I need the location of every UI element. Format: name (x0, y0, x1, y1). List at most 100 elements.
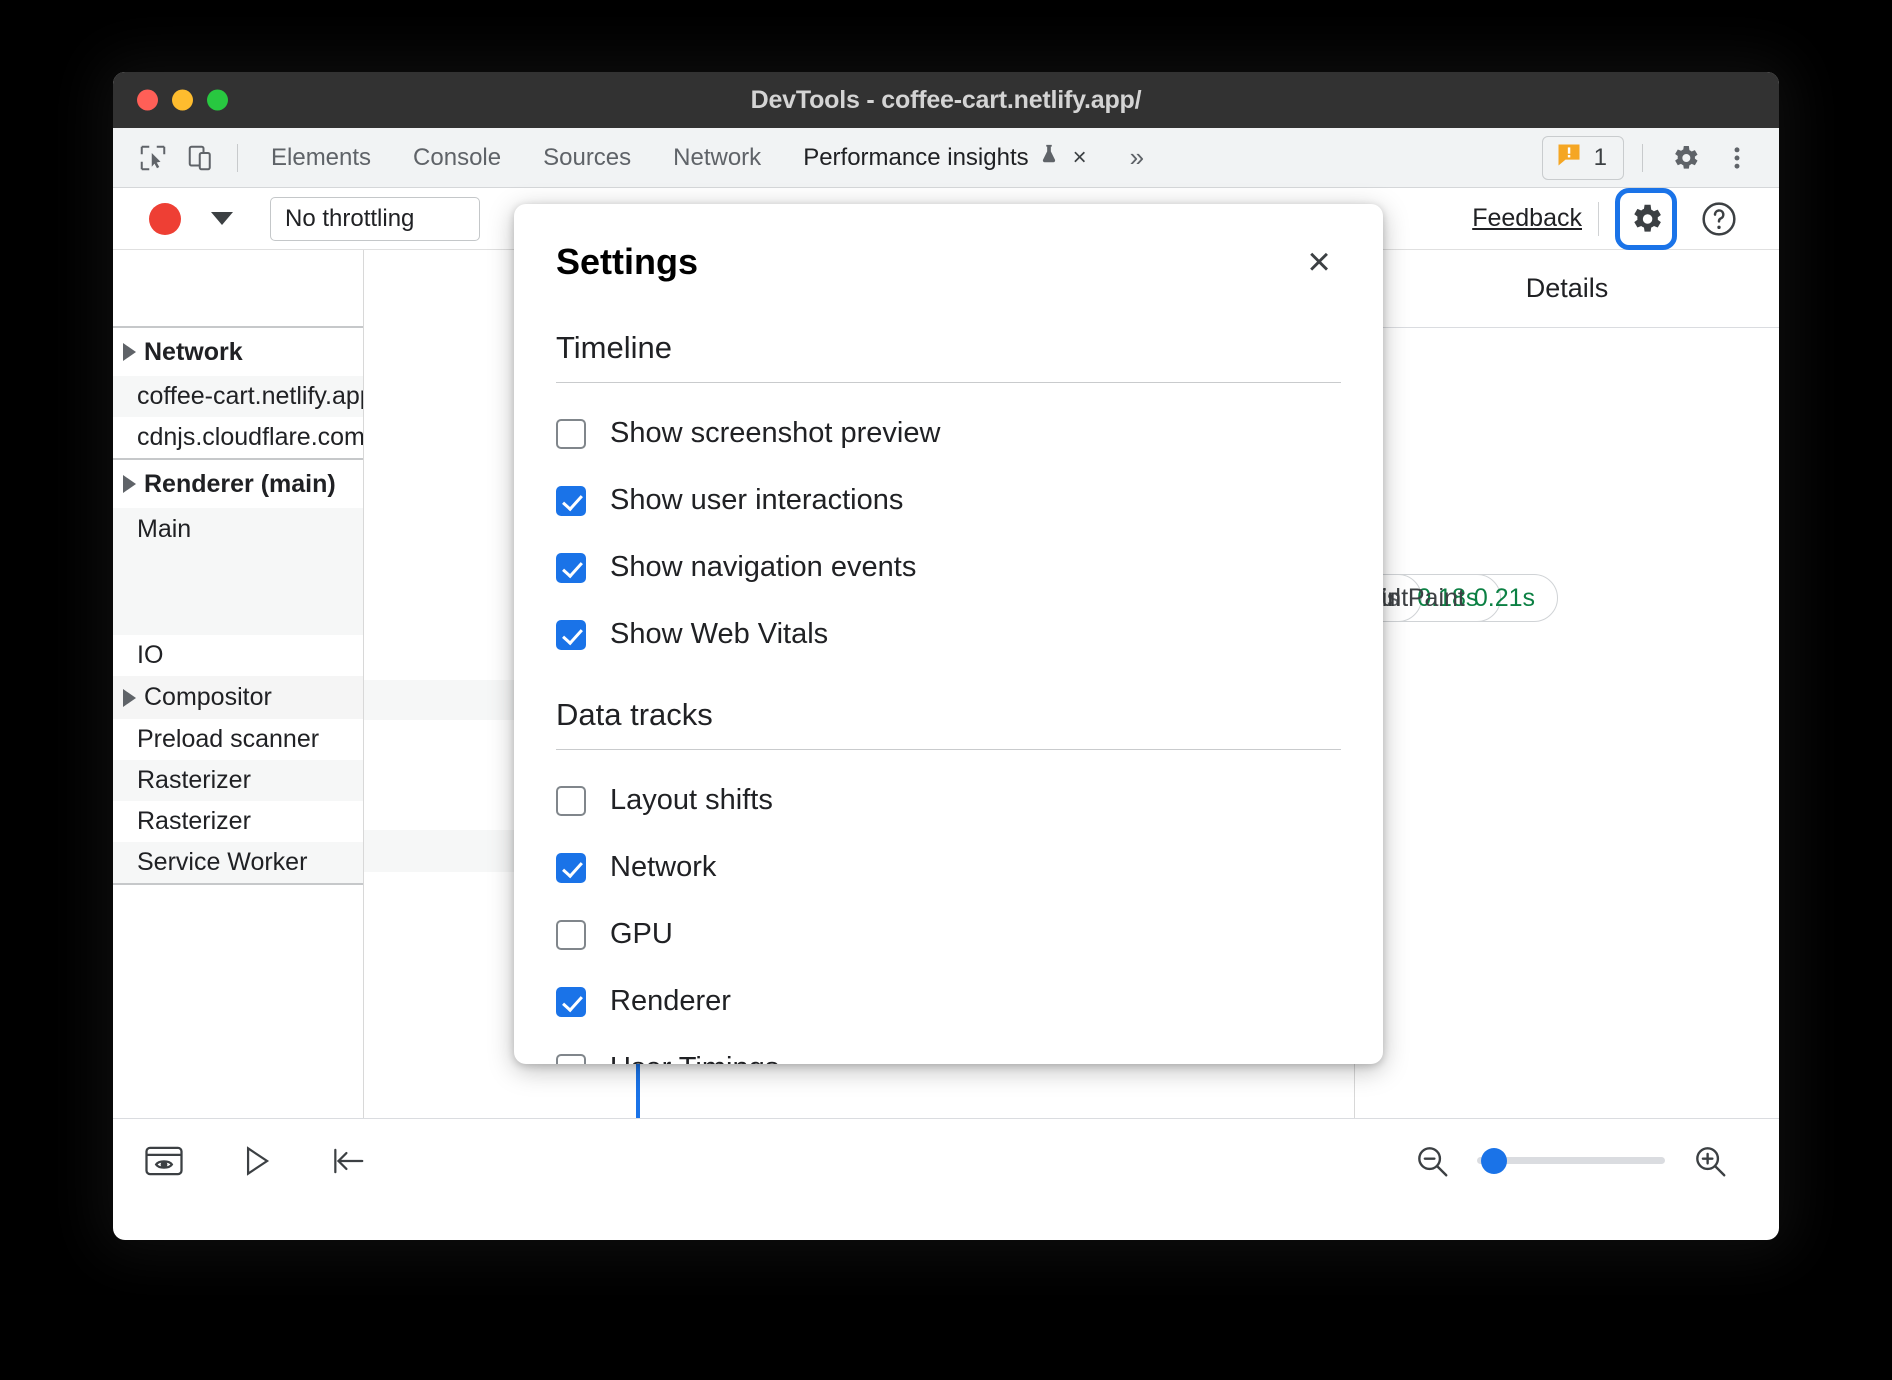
close-window-button[interactable] (137, 90, 158, 111)
sidebar-item-main[interactable]: Main (113, 508, 363, 635)
sidebar-group-renderer[interactable]: Renderer (main) (113, 460, 363, 508)
zoom-slider-thumb[interactable] (1481, 1148, 1507, 1174)
more-tabs-icon[interactable]: » (1108, 142, 1163, 173)
sidebar-item-label: Rasterizer (137, 766, 251, 795)
sidebar-item-service-worker[interactable]: Service Worker (113, 842, 363, 883)
details-request-link-1[interactable]: request (1354, 450, 1779, 479)
sidebar-item-label: IO (137, 641, 163, 670)
throttling-select[interactable]: No throttling (270, 197, 480, 241)
setting-show-web-vitals[interactable]: Show Web Vitals (556, 618, 1341, 651)
sidebar-item-rasterizer-1[interactable]: Rasterizer (113, 760, 363, 801)
jump-to-start-icon[interactable] (325, 1138, 371, 1184)
checkbox-checked-icon[interactable] (556, 853, 586, 883)
window-title: DevTools - coffee-cart.netlify.app/ (751, 86, 1142, 115)
minimize-window-button[interactable] (172, 90, 193, 111)
checkbox-checked-icon[interactable] (556, 486, 586, 516)
details-panel: Details nt rt.netlify.app/ request reque… (1354, 250, 1779, 1118)
checkbox-unchecked-icon[interactable] (556, 1054, 586, 1065)
tab-label: Network (673, 144, 761, 172)
vital-value: 0.21s (1474, 584, 1535, 613)
checkbox-checked-icon[interactable] (556, 987, 586, 1017)
device-toolbar-icon[interactable] (177, 134, 225, 182)
details-request-link-2[interactable]: request (1354, 515, 1779, 544)
settings-section-data-tracks: Data tracks Layout shifts Network GPU Re… (556, 697, 1341, 1064)
settings-section-timeline-title: Timeline (556, 330, 1341, 383)
details-event-url: rt.netlify.app/ (1354, 385, 1779, 414)
cursor-select-icon[interactable] (129, 134, 177, 182)
setting-label: Show user interactions (610, 484, 903, 517)
tab-performance-insights[interactable]: Performance insights × (782, 128, 1107, 188)
settings-gear-button[interactable] (1615, 188, 1677, 250)
timeline-track-sidebar[interactable]: Network coffee-cart.netlify.app cdnjs.cl… (113, 250, 364, 1118)
tabbar-right-actions: 1 (1542, 134, 1779, 182)
checkbox-unchecked-icon[interactable] (556, 920, 586, 950)
checkbox-checked-icon[interactable] (556, 620, 586, 650)
sidebar-item-io[interactable]: IO (113, 635, 363, 676)
record-circle-icon[interactable] (149, 203, 181, 235)
tab-elements[interactable]: Elements (250, 128, 392, 188)
chevron-down-icon[interactable] (211, 212, 233, 225)
setting-show-navigation-events[interactable]: Show navigation events (556, 551, 1341, 584)
chevron-right-icon[interactable] (123, 475, 136, 493)
tab-console[interactable]: Console (392, 128, 522, 188)
sidebar-group-compositor[interactable]: Compositor (113, 676, 363, 719)
setting-renderer[interactable]: Renderer (556, 985, 1341, 1018)
checkbox-unchecked-icon[interactable] (556, 419, 586, 449)
play-triangle-icon[interactable] (233, 1138, 279, 1184)
traffic-lights (137, 90, 228, 111)
setting-show-user-interactions[interactable]: Show user interactions (556, 484, 1341, 517)
sidebar-spacer (113, 250, 363, 326)
close-icon[interactable]: × (1297, 240, 1341, 284)
sidebar-group-label: Compositor (144, 683, 272, 712)
zoom-window-button[interactable] (207, 90, 228, 111)
setting-user-timings[interactable]: User Timings (556, 1052, 1341, 1064)
sidebar-item-label: Preload scanner (137, 725, 319, 754)
setting-label: Show Web Vitals (610, 618, 828, 651)
devtools-tabbar: Elements Console Sources Network Perform… (113, 128, 1779, 188)
feedback-link[interactable]: Feedback (1472, 204, 1582, 233)
sidebar-item-label: Rasterizer (137, 807, 251, 836)
setting-label: Layout shifts (610, 784, 773, 817)
vital-pill-largest-contentful-paint[interactable]: tentful Paint 0.21s (1354, 574, 1558, 622)
tab-label: Sources (543, 144, 631, 172)
sidebar-group-network[interactable]: Network (113, 328, 363, 376)
sidebar-item-label: Main (137, 515, 191, 544)
panel-toolbar-divider (1598, 202, 1599, 236)
setting-gpu[interactable]: GPU (556, 918, 1341, 951)
setting-label: Network (610, 851, 716, 884)
settings-dialog-title: Settings (556, 241, 698, 283)
bottom-toolbar (113, 1118, 1779, 1202)
zoom-in-icon[interactable] (1687, 1138, 1733, 1184)
zoom-out-icon[interactable] (1409, 1138, 1455, 1184)
sidebar-group-label: Renderer (main) (144, 470, 336, 499)
sidebar-item-preload-scanner[interactable]: Preload scanner (113, 719, 363, 760)
settings-dialog: Settings × Timeline Show screenshot prev… (514, 204, 1383, 1064)
tab-label: Console (413, 144, 501, 172)
help-circle-icon[interactable] (1693, 193, 1745, 245)
checkbox-unchecked-icon[interactable] (556, 786, 586, 816)
chevron-right-icon[interactable] (123, 689, 136, 707)
setting-network[interactable]: Network (556, 851, 1341, 884)
filmstrip-eye-icon[interactable] (141, 1138, 187, 1184)
sidebar-group-label: Network (144, 338, 243, 367)
zoom-slider[interactable] (1477, 1148, 1665, 1174)
more-vertical-icon[interactable] (1713, 134, 1761, 182)
details-event-title: nt (1354, 352, 1779, 381)
warning-count-button[interactable]: 1 (1542, 136, 1624, 180)
settings-dialog-header: Settings × (556, 204, 1341, 284)
close-tab-icon[interactable]: × (1073, 146, 1087, 170)
sidebar-item-coffee-cart[interactable]: coffee-cart.netlify.app (113, 376, 363, 417)
setting-label: Show navigation events (610, 551, 916, 584)
checkbox-checked-icon[interactable] (556, 553, 586, 583)
chevron-right-icon[interactable] (123, 343, 136, 361)
tab-sources[interactable]: Sources (522, 128, 652, 188)
setting-layout-shifts[interactable]: Layout shifts (556, 784, 1341, 817)
sidebar-item-label: cdnjs.cloudflare.com (137, 423, 364, 452)
sidebar-item-cdnjs[interactable]: cdnjs.cloudflare.com (113, 417, 363, 458)
setting-show-screenshot-preview[interactable]: Show screenshot preview (556, 417, 1341, 450)
devtools-window: DevTools - coffee-cart.netlify.app/ Elem… (113, 72, 1779, 1240)
sidebar-item-rasterizer-2[interactable]: Rasterizer (113, 801, 363, 842)
tab-network[interactable]: Network (652, 128, 782, 188)
settings-section-data-tracks-title: Data tracks (556, 697, 1341, 750)
gear-icon[interactable] (1661, 134, 1709, 182)
